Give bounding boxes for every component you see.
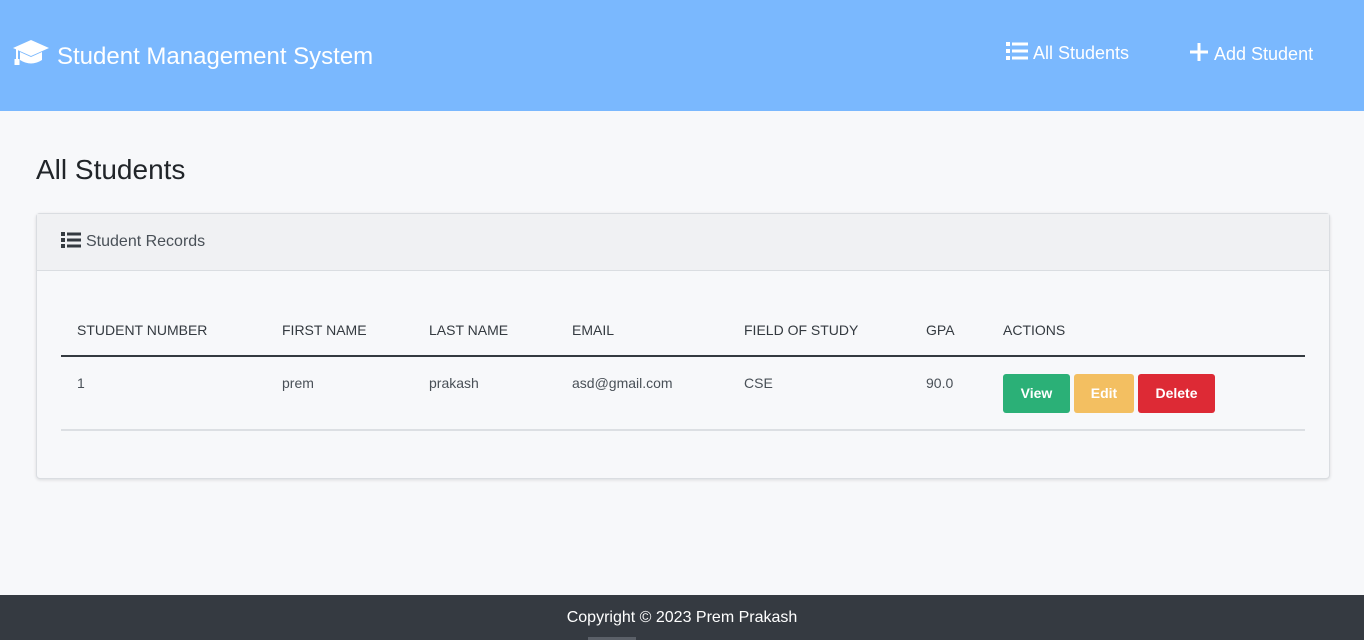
cell-field-of-study: CSE <box>728 356 910 431</box>
cell-email: asd@gmail.com <box>556 356 728 431</box>
cell-last-name: prakash <box>413 356 556 431</box>
column-header-gpa: GPA <box>910 300 987 357</box>
brand-title: Student Management System <box>57 42 374 70</box>
footer: Copyright © 2023 Prem Prakash <box>0 595 1364 640</box>
nav-add-student[interactable]: Add Student <box>1189 42 1313 67</box>
nav-all-students[interactable]: All Students <box>1006 42 1129 65</box>
student-records-card: Student Records STUDENT NUMBER FIRST NAM… <box>36 213 1330 479</box>
column-header-email: EMAIL <box>556 300 728 357</box>
cell-actions: View Edit Delete <box>987 356 1305 431</box>
cell-first-name: prem <box>266 356 413 431</box>
column-header-student-number: STUDENT NUMBER <box>61 300 266 357</box>
page-title: All Students <box>36 154 186 185</box>
cell-student-number: 1 <box>61 356 266 431</box>
navbar: Student Management System All Students A… <box>0 0 1364 111</box>
nav-add-student-label: Add Student <box>1214 44 1314 64</box>
column-header-first-name: FIRST NAME <box>266 300 413 357</box>
students-table: STUDENT NUMBER FIRST NAME LAST NAME EMAI… <box>61 300 1305 431</box>
plus-icon <box>1189 42 1214 67</box>
edit-button[interactable]: Edit <box>1074 374 1134 413</box>
card-header: Student Records <box>37 214 1329 271</box>
nav-all-students-label: All Students <box>1033 43 1130 63</box>
cell-gpa: 90.0 <box>910 356 987 431</box>
table-row: 1 prem prakash asd@gmail.com CSE 90.0 Vi… <box>61 356 1305 431</box>
column-header-field-of-study: FIELD OF STUDY <box>728 300 910 357</box>
copyright-text: Copyright © 2023 Prem Prakash <box>566 609 798 626</box>
column-header-actions: ACTIONS <box>987 300 1305 357</box>
view-button[interactable]: View <box>1003 374 1070 413</box>
column-header-last-name: LAST NAME <box>413 300 556 357</box>
graduation-cap-icon <box>12 38 57 75</box>
list-icon <box>61 231 86 253</box>
brand-link[interactable]: Student Management System <box>12 38 373 75</box>
delete-button[interactable]: Delete <box>1138 374 1215 413</box>
list-icon <box>1006 42 1033 65</box>
card-header-label: Student Records <box>86 233 206 250</box>
table-header-row: STUDENT NUMBER FIRST NAME LAST NAME EMAI… <box>61 300 1305 357</box>
